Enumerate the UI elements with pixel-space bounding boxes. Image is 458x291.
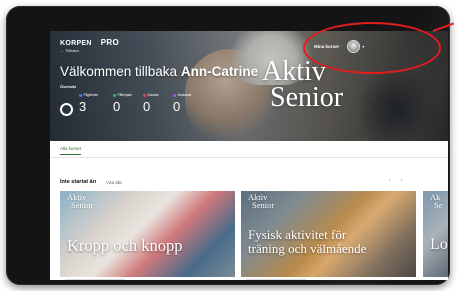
course-card-badge: Ak Se xyxy=(430,193,443,210)
stat-completed: Avslutade 0 xyxy=(173,93,203,114)
progress-ring-icon xyxy=(60,103,73,116)
stat-started: Påbörjade 0 xyxy=(113,93,143,114)
badge-line: Se xyxy=(434,199,443,210)
course-card-title: Kropp och knopp xyxy=(67,236,183,255)
stat-value: 3 xyxy=(79,99,87,114)
course-card-title-line: Fysisk aktivitet för xyxy=(248,227,347,242)
overview-label: Översikt xyxy=(60,84,77,89)
brand-name: KORPEN xyxy=(60,40,92,47)
stat-label: Avslutade xyxy=(177,93,192,97)
annotation-circle xyxy=(303,22,441,74)
stat-value: 0 xyxy=(113,99,121,114)
course-card-footer xyxy=(60,277,235,280)
badge-line: Senior xyxy=(252,199,275,210)
stat-value: 0 xyxy=(173,99,181,114)
aktiv-senior-logo-line2: Senior xyxy=(270,81,344,113)
course-card-badge: Aktiv Senior xyxy=(67,193,94,210)
stat-label: Pågående xyxy=(83,93,99,97)
stat-dot xyxy=(173,93,176,97)
course-card-footer-text xyxy=(65,279,125,280)
welcome-heading: Välkommen tillbaka Ann-Catrine xyxy=(60,64,258,79)
user-name: Ann-Catrine xyxy=(180,64,259,79)
welcome-prefix: Välkommen tillbaka xyxy=(60,64,178,79)
course-card-title: Fysisk aktivitet för träning och välmåen… xyxy=(248,228,366,255)
carousel-pager: ‹ › xyxy=(389,178,411,184)
back-link-label: Tillbaka xyxy=(65,48,79,53)
course-card-title: Lo xyxy=(430,236,448,253)
course-card[interactable]: Ak Se Lo xyxy=(423,191,448,280)
course-card-title-line: träning och välmående xyxy=(248,240,367,256)
tab-all-courses[interactable]: Alla kurser xyxy=(60,146,82,155)
brand-suffix: PRO xyxy=(100,38,119,47)
course-card[interactable]: Aktiv Senior Kropp och knopp xyxy=(60,191,235,280)
stat-in-progress: Pågående 3 xyxy=(79,93,109,114)
stat-dot xyxy=(113,93,116,97)
logo[interactable]: KORPEN PRO ← Tillbaka xyxy=(60,38,119,53)
course-card[interactable]: Aktiv Senior Fysisk aktivitet för träning… xyxy=(241,191,416,280)
section-title: Inte startat än xyxy=(60,179,97,185)
tab-bar: Alla kurser xyxy=(50,142,448,158)
chevron-left-icon[interactable]: ‹ xyxy=(389,178,391,184)
stat-value: 0 xyxy=(143,99,151,114)
stat-dot xyxy=(143,93,146,97)
stat-label: Klarade xyxy=(147,93,159,97)
view-all-link[interactable]: Visa alla xyxy=(106,180,122,185)
stat-label: Påbörjade xyxy=(117,93,133,97)
stat-dot xyxy=(79,93,82,97)
course-card-footer-text xyxy=(246,279,306,280)
badge-line: Senior xyxy=(71,199,94,210)
back-link[interactable]: ← Tillbaka xyxy=(60,48,119,53)
course-card-badge: Aktiv Senior xyxy=(248,193,275,210)
course-card-footer xyxy=(241,277,416,280)
stat-passed: Klarade 0 xyxy=(143,93,173,114)
chevron-right-icon[interactable]: › xyxy=(401,178,403,184)
